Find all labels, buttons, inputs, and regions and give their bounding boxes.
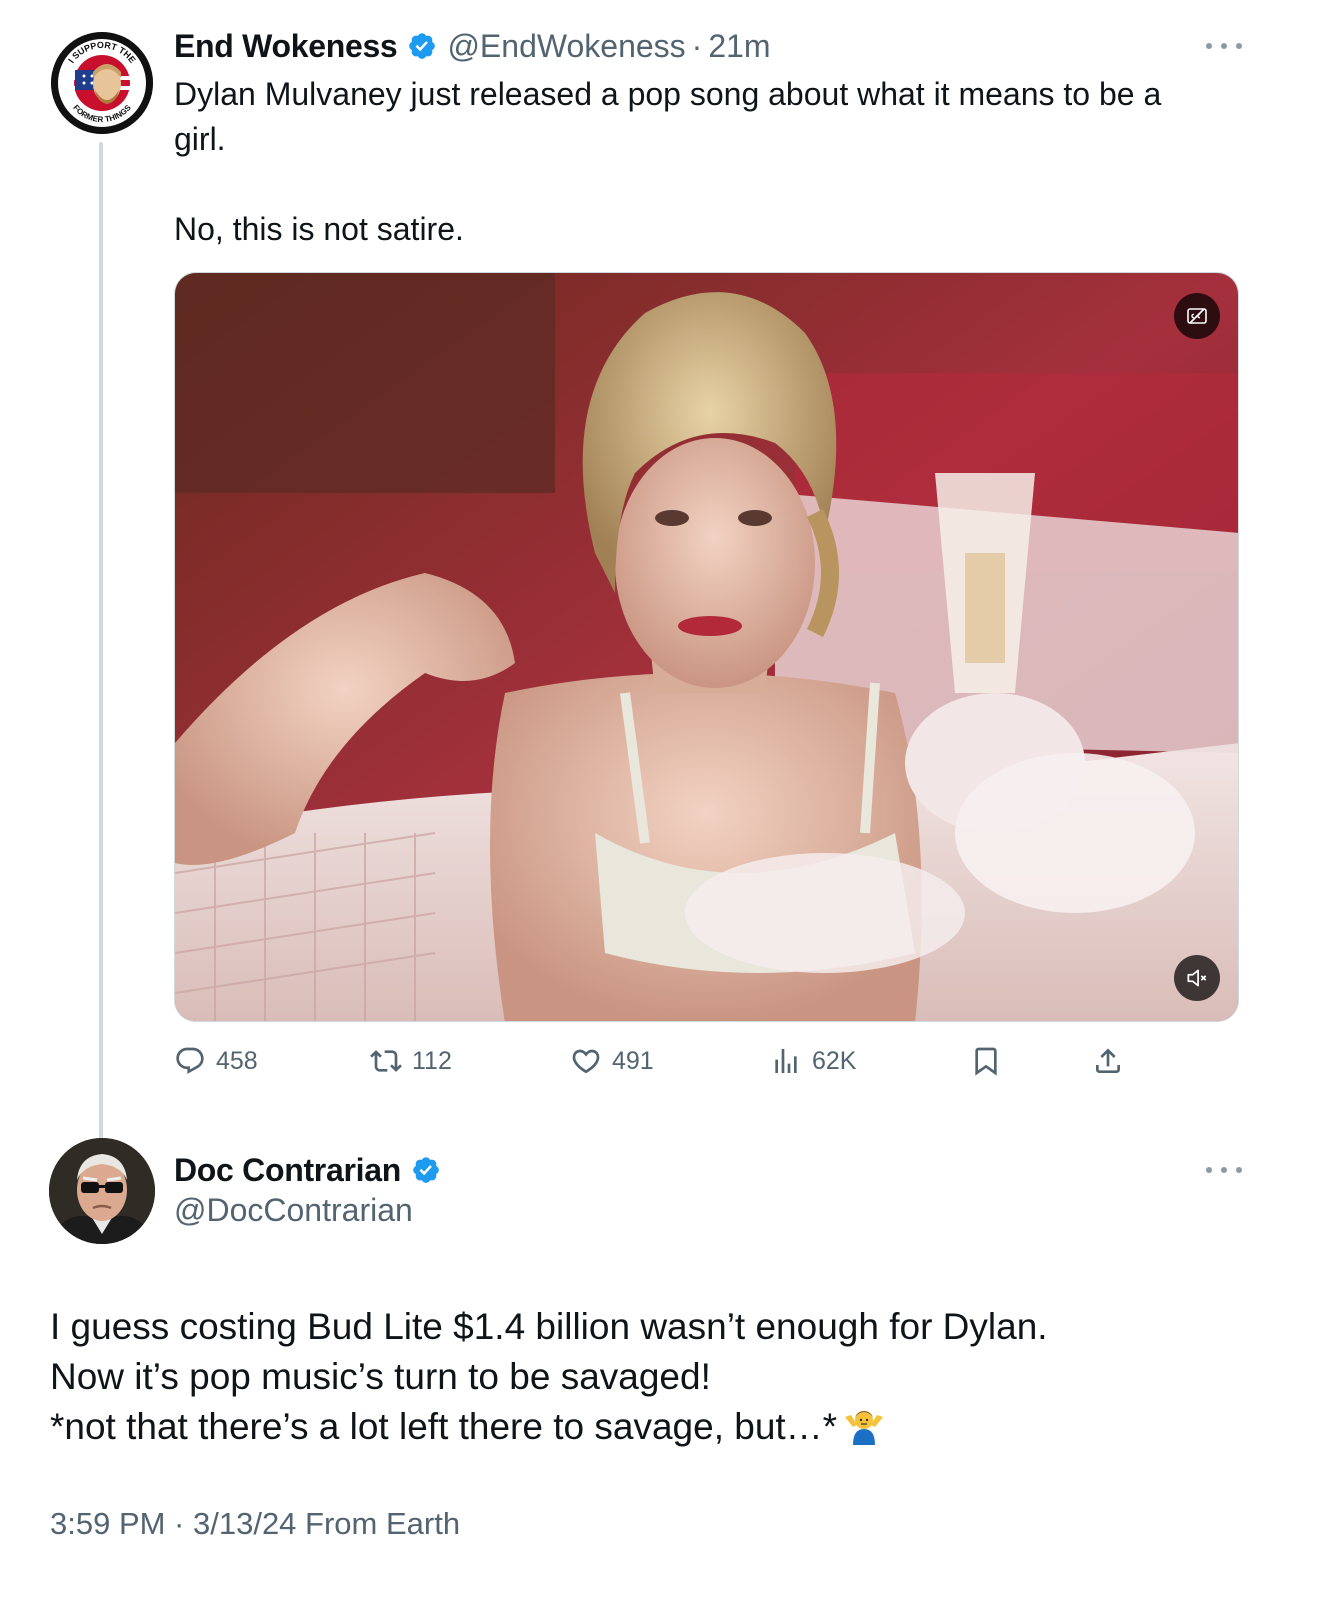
reply-text-line: *not that there’s a lot left there to sa… bbox=[50, 1406, 838, 1447]
end-wokeness-avatar[interactable]: I SUPPORT THE FORMER THINGS bbox=[51, 32, 153, 134]
tweet-thread: I SUPPORT THE FORMER THINGS End Wokeness… bbox=[0, 0, 1320, 1598]
author-name[interactable]: End Wokeness bbox=[174, 28, 398, 65]
separator-dot: · bbox=[691, 27, 703, 64]
reply-icon bbox=[176, 1047, 204, 1074]
captions-button[interactable] bbox=[1174, 293, 1220, 339]
reply-text: I guess costing Bud Lite $1.4 billion wa… bbox=[50, 1302, 1270, 1458]
tweet-header: End Wokeness @EndWokeness · 21m bbox=[174, 24, 771, 68]
bookmark-icon bbox=[975, 1047, 997, 1076]
reply-button[interactable]: 458 bbox=[174, 1040, 258, 1082]
like-count: 491 bbox=[612, 1046, 654, 1075]
volume-muted-icon bbox=[1187, 969, 1207, 987]
reply-text-line: Now it’s pop music’s turn to be savaged! bbox=[50, 1356, 711, 1397]
analytics-icon bbox=[775, 1049, 797, 1073]
heart-icon bbox=[572, 1049, 600, 1074]
tweet-text-line: Dylan Mulvaney just released a pop song … bbox=[174, 76, 1162, 112]
reply-count: 458 bbox=[216, 1046, 258, 1075]
reply-author-handle[interactable]: @DocContrarian bbox=[174, 1192, 413, 1229]
verified-badge-icon bbox=[411, 1155, 441, 1185]
retweet-count: 112 bbox=[412, 1046, 452, 1075]
share-button[interactable] bbox=[1092, 1040, 1124, 1082]
captions-off-icon bbox=[1187, 308, 1207, 324]
tweet-time[interactable]: 21m bbox=[708, 28, 770, 65]
shrug-emoji-icon bbox=[843, 1405, 885, 1458]
retweet-button[interactable]: 112 bbox=[370, 1040, 452, 1082]
more-options-icon[interactable] bbox=[1206, 41, 1242, 51]
video-player[interactable] bbox=[174, 272, 1239, 1022]
tweet-text-line: No, this is not satire. bbox=[174, 211, 464, 247]
verified-badge-icon bbox=[407, 31, 437, 61]
retweet-icon bbox=[370, 1050, 402, 1072]
reply-text-line: I guess costing Bud Lite $1.4 billion wa… bbox=[50, 1306, 1048, 1347]
author-handle[interactable]: @EndWokeness bbox=[447, 28, 685, 65]
reply-author-name[interactable]: Doc Contrarian bbox=[174, 1152, 401, 1189]
thread-connector bbox=[99, 142, 103, 1142]
reply-text-line-with-emoji: *not that there’s a lot left there to sa… bbox=[50, 1402, 1270, 1458]
more-options-icon[interactable] bbox=[1206, 1165, 1242, 1175]
unmute-button[interactable] bbox=[1174, 955, 1220, 1001]
tweet-actions: 458 112 491 62K bbox=[174, 1040, 1174, 1082]
like-button[interactable]: 491 bbox=[570, 1040, 654, 1082]
bookmark-button[interactable] bbox=[970, 1040, 1002, 1082]
view-count: 62K bbox=[812, 1046, 857, 1075]
reply-header: Doc Contrarian bbox=[174, 1148, 441, 1192]
tweet-text-line: girl. bbox=[174, 121, 226, 157]
doc-contrarian-avatar[interactable] bbox=[49, 1138, 155, 1244]
views-button[interactable]: 62K bbox=[770, 1040, 856, 1082]
video-frame bbox=[175, 273, 1238, 1021]
share-icon bbox=[1096, 1048, 1120, 1073]
reply-timestamp[interactable]: 3:59 PM · 3/13/24 From Earth bbox=[50, 1506, 460, 1542]
tweet-text: Dylan Mulvaney just released a pop song … bbox=[174, 72, 1244, 252]
